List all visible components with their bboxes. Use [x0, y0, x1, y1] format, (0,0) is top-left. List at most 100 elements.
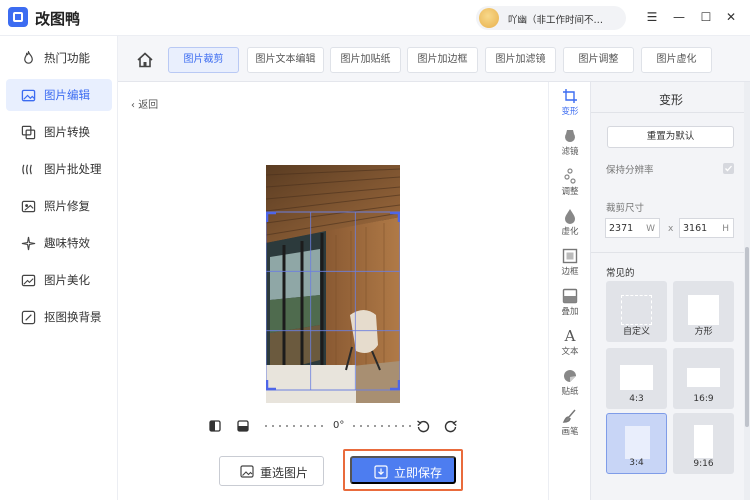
brush-icon — [562, 409, 576, 423]
scrollbar-thumb[interactable] — [745, 247, 749, 427]
tool-label: 贴纸 — [561, 387, 579, 397]
tab-crop[interactable]: 图片裁剪 — [168, 47, 239, 73]
panel-scrollbar[interactable] — [744, 82, 750, 500]
tool-sticker[interactable]: 贴纸 — [549, 364, 591, 404]
overlay-icon — [562, 288, 578, 304]
tab-filter[interactable]: 图片加滤镜 — [485, 47, 556, 73]
rotation-value: 0° — [333, 420, 345, 431]
tool-transform[interactable]: 变形 — [549, 84, 591, 124]
crop-grid-overlay[interactable] — [266, 165, 400, 403]
reset-default-button[interactable]: 重置为默认 — [607, 126, 734, 148]
preset-label: 9:16 — [693, 459, 714, 469]
minimize-icon[interactable]: — — [670, 8, 688, 26]
avatar[interactable] — [479, 8, 499, 28]
tool-blur[interactable]: 虚化 — [549, 204, 591, 244]
image-convert-icon — [21, 125, 36, 140]
tab-sticker[interactable]: 图片加贴纸 — [330, 47, 401, 73]
width-field[interactable]: 2371 W — [605, 218, 660, 238]
tool-text[interactable]: A 文本 — [549, 324, 591, 364]
width-value: 2371 — [609, 223, 634, 234]
reselect-image-button[interactable]: 重选图片 — [219, 456, 324, 486]
sidebar-item-cutout[interactable]: 抠图换背景 — [6, 301, 112, 333]
sidebar-item-image-edit[interactable]: 图片编辑 — [6, 79, 112, 111]
rotation-slider-right[interactable] — [352, 422, 414, 430]
home-icon[interactable] — [136, 51, 154, 69]
tool-filter[interactable]: 滤镜 — [549, 124, 591, 164]
sidebar-item-repair[interactable]: 照片修复 — [6, 190, 112, 222]
preset-3-4[interactable]: 3:4 — [606, 413, 667, 474]
menu-icon[interactable]: ☰ — [643, 8, 661, 26]
blur-drop-icon — [565, 209, 575, 224]
check-icon — [725, 165, 732, 172]
close-icon[interactable]: ✕ — [722, 8, 740, 26]
transform-panel: 变形 重置为默认 保持分辨率 裁剪尺寸 2371 W x 3161 H 常见的 … — [590, 82, 750, 500]
height-field[interactable]: 3161 H — [679, 218, 734, 238]
tool-label: 调整 — [561, 187, 579, 197]
tool-column: 变形 滤镜 调整 虚化 边框 叠加 A 文本 贴纸 画笔 — [548, 82, 590, 500]
photo-repair-icon — [21, 200, 36, 213]
sidebar-item-batch[interactable]: 图片批处理 — [6, 153, 112, 185]
flip-vertical-icon[interactable] — [236, 419, 250, 433]
tab-border[interactable]: 图片加边框 — [407, 47, 478, 73]
save-now-button[interactable]: 立即保存 — [350, 456, 456, 484]
preset-4-3[interactable]: 4:3 — [606, 348, 667, 409]
preset-9-16[interactable]: 9:16 — [673, 413, 734, 474]
beautify-icon — [21, 274, 36, 287]
preset-label: 3:4 — [629, 458, 644, 468]
height-value: 3161 — [683, 223, 708, 234]
keep-resolution-checkbox[interactable] — [723, 163, 734, 174]
sidebar-item-beautify[interactable]: 图片美化 — [6, 264, 112, 296]
crop-icon — [563, 89, 577, 103]
rotation-slider-left[interactable] — [264, 422, 326, 430]
editor-canvas: ‹ 返回 0° 重选图片 立即保存 — [118, 82, 548, 500]
sidebar-item-label: 图片批处理 — [44, 162, 102, 176]
save-label: 立即保存 — [394, 466, 443, 480]
preset-square[interactable]: 方形 — [673, 281, 734, 342]
height-unit: H — [722, 224, 729, 234]
common-ratios-label: 常见的 — [606, 268, 635, 279]
back-button[interactable]: ‹ 返回 — [131, 96, 158, 111]
tool-label: 滤镜 — [561, 147, 579, 157]
sidebar-item-label: 图片转换 — [44, 125, 90, 139]
tool-overlay[interactable]: 叠加 — [549, 284, 591, 324]
user-profile[interactable]: 吖幽（非工作时间不… — [476, 6, 626, 30]
sidebar-item-label: 照片修复 — [44, 199, 90, 213]
sidebar: 热门功能 图片编辑 图片转换 图片批处理 照片修复 趣味特效 图片美化 抠图换背… — [0, 36, 118, 500]
photo-preview[interactable] — [266, 165, 400, 403]
text-icon: A — [564, 327, 576, 345]
preset-16-9[interactable]: 16:9 — [673, 348, 734, 409]
tool-border[interactable]: 边框 — [549, 244, 591, 284]
filter-icon — [565, 130, 575, 142]
preset-custom[interactable]: 自定义 — [606, 281, 667, 342]
title-bar: 改图鸭 吖幽（非工作时间不… ☰ — ☐ ✕ — [0, 0, 750, 36]
rotate-left-icon[interactable] — [416, 419, 430, 433]
border-icon — [562, 248, 578, 264]
image-icon — [240, 465, 254, 478]
tab-adjust[interactable]: 图片调整 — [563, 47, 634, 73]
maximize-icon[interactable]: ☐ — [697, 8, 715, 26]
preset-label: 自定义 — [622, 327, 650, 337]
tab-text-edit[interactable]: 图片文本编辑 — [247, 47, 324, 73]
preset-shape — [621, 295, 652, 325]
flip-horizontal-icon[interactable] — [208, 419, 222, 433]
app-title: 改图鸭 — [35, 10, 81, 28]
sidebar-item-convert[interactable]: 图片转换 — [6, 116, 112, 148]
sidebar-item-effects[interactable]: 趣味特效 — [6, 227, 112, 259]
sidebar-item-label: 趣味特效 — [44, 236, 90, 250]
divider — [591, 252, 750, 253]
tool-label: 虚化 — [561, 227, 579, 237]
preset-label: 4:3 — [629, 394, 644, 404]
preset-shape — [620, 365, 653, 390]
crop-size-label: 裁剪尺寸 — [606, 203, 645, 214]
sidebar-item-label: 图片美化 — [44, 273, 90, 287]
tool-adjust[interactable]: 调整 — [549, 164, 591, 204]
tool-brush[interactable]: 画笔 — [549, 404, 591, 444]
tab-blur[interactable]: 图片虚化 — [641, 47, 712, 73]
preset-shape — [625, 426, 650, 459]
divider — [591, 112, 750, 113]
tool-label: 画笔 — [561, 427, 579, 437]
preset-label: 方形 — [694, 327, 713, 337]
sidebar-item-hot[interactable]: 热门功能 — [6, 42, 112, 74]
rotate-right-icon[interactable] — [444, 419, 458, 433]
preset-shape — [687, 368, 720, 387]
